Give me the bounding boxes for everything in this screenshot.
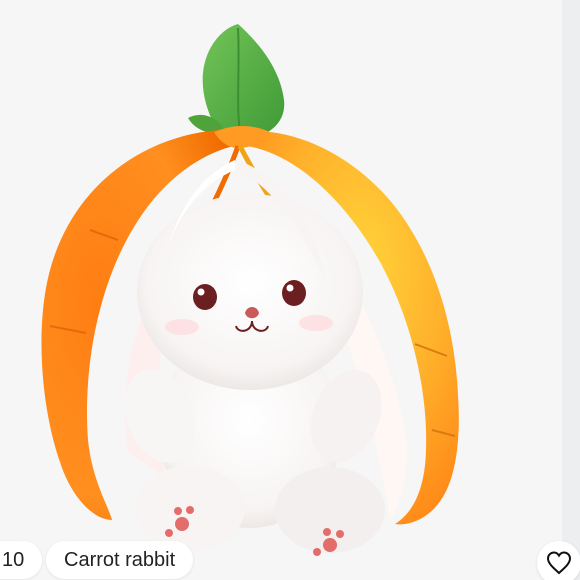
heart-outline-icon [546, 551, 572, 575]
product-image[interactable] [0, 0, 580, 580]
price-text: 10 [2, 548, 25, 571]
favorite-button[interactable] [537, 541, 580, 580]
product-title-pill[interactable]: Carrot rabbit [46, 541, 194, 579]
price-label: 10 [0, 541, 43, 579]
carrot-leaf [188, 24, 285, 137]
product-card[interactable]: 10 Carrot rabbit [0, 0, 580, 580]
product-title: Carrot rabbit [64, 548, 176, 571]
